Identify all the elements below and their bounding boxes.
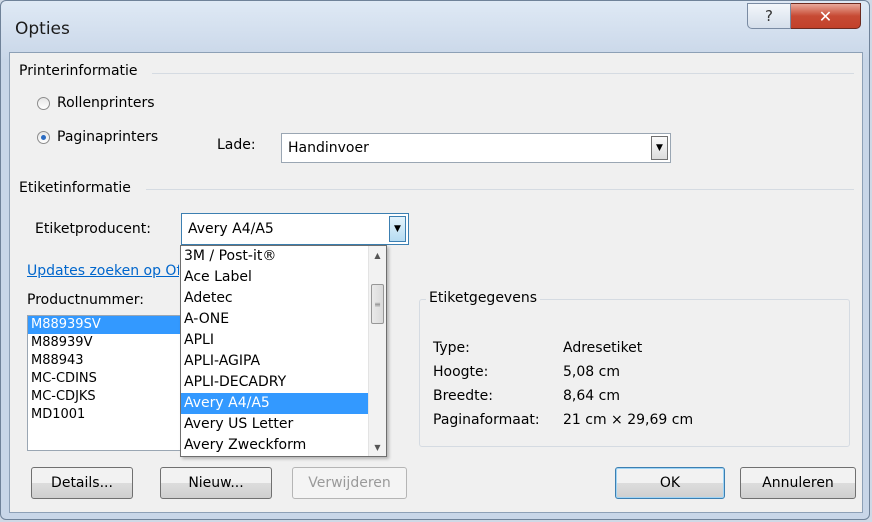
printer-info-heading: Printerinformatie <box>19 63 138 79</box>
divider <box>146 189 854 190</box>
tray-combobox[interactable]: Handinvoer ▼ <box>281 133 671 163</box>
radio-circle <box>37 96 50 110</box>
product-number-label: Productnummer: <box>27 292 145 308</box>
cancel-button[interactable]: Annuleren <box>740 467 856 499</box>
radio-circle-selected <box>37 130 50 144</box>
detail-value: Adresetiket <box>563 340 643 356</box>
scroll-down-icon[interactable]: ▼ <box>369 438 386 456</box>
detail-key: Type: <box>433 340 470 356</box>
dropdown-item[interactable]: A-ONE <box>181 309 368 330</box>
detail-value: 5,08 cm <box>563 364 620 380</box>
radio-roll-printers[interactable]: Rollenprinters <box>37 95 155 111</box>
product-number-list[interactable]: M88939SV M88939V M88943 MC-CDINS MC-CDJKS MD1… <box>27 315 187 451</box>
detail-value: 21 cm × 29,69 cm <box>563 412 694 428</box>
detail-key: Breedte: <box>433 388 493 404</box>
dropdown-item[interactable]: APLI-AGIPA <box>181 351 368 372</box>
dropdown-item[interactable]: Avery A4/A5 <box>181 393 368 414</box>
help-button[interactable]: ? <box>747 3 791 29</box>
delete-button[interactable]: Verwijderen <box>292 467 407 499</box>
list-item[interactable]: M88939SV <box>28 316 186 334</box>
dialog-title: Opties <box>15 19 70 39</box>
help-icon: ? <box>765 7 773 25</box>
radio-label: Paginaprinters <box>57 129 159 145</box>
vendor-label: Etiketproducent: <box>35 221 151 237</box>
radio-label: Rollenprinters <box>57 95 155 111</box>
vendor-dropdown-list[interactable]: 3M / Post-it® Ace Label Adetec A-ONE APLI APL… <box>180 245 387 457</box>
dropdown-item[interactable]: Ace Label <box>181 267 368 288</box>
label-info-heading: Etiketinformatie <box>19 180 131 196</box>
dropdown-scrollbar[interactable]: ▲ ≡ ▼ <box>368 246 386 456</box>
dropdown-item[interactable]: APLI-DECADRY <box>181 372 368 393</box>
detail-value: 8,64 cm <box>563 388 620 404</box>
scroll-thumb[interactable]: ≡ <box>371 284 384 324</box>
radio-page-printers[interactable]: Paginaprinters <box>37 129 158 145</box>
chevron-down-icon[interactable]: ▼ <box>389 216 406 242</box>
vendor-value: Avery A4/A5 <box>188 221 274 237</box>
tray-label: Lade: <box>217 137 256 153</box>
updates-link[interactable]: Updates zoeken op Office.com <box>27 263 179 279</box>
dropdown-item[interactable]: 3M / Post-it® <box>181 246 368 267</box>
list-item[interactable]: MC-CDJKS <box>28 388 186 406</box>
close-button[interactable]: ✕ <box>791 3 861 29</box>
list-item[interactable]: M88939V <box>28 334 186 352</box>
label-details-title: Etiketgegevens <box>426 290 541 306</box>
ok-button[interactable]: OK <box>615 467 725 499</box>
scroll-up-icon[interactable]: ▲ <box>369 246 386 264</box>
options-dialog: Opties ? ✕ Printerinformatie Rollenprint… <box>0 0 870 520</box>
vendor-combobox[interactable]: Avery A4/A5 ▼ <box>181 213 409 245</box>
dropdown-item[interactable]: Avery US Letter <box>181 414 368 435</box>
chevron-down-icon[interactable]: ▼ <box>651 136 668 160</box>
divider <box>152 73 854 74</box>
list-item[interactable]: MD1001 <box>28 406 186 424</box>
close-icon: ✕ <box>818 6 833 26</box>
dropdown-item[interactable]: Adetec <box>181 288 368 309</box>
dropdown-item[interactable]: Avery Zweckform <box>181 435 368 456</box>
detail-key: Paginaformaat: <box>433 412 540 428</box>
details-button[interactable]: Details... <box>31 467 133 499</box>
dialog-body: Printerinformatie Rollenprinters Paginap… <box>9 52 863 513</box>
list-item[interactable]: M88943 <box>28 352 186 370</box>
dropdown-item[interactable]: APLI <box>181 330 368 351</box>
title-bar[interactable]: Opties ? ✕ <box>1 1 869 55</box>
new-button[interactable]: Nieuw... <box>160 467 272 499</box>
list-item[interactable]: MC-CDINS <box>28 370 186 388</box>
tray-value: Handinvoer <box>288 140 369 156</box>
detail-key: Hoogte: <box>433 364 489 380</box>
